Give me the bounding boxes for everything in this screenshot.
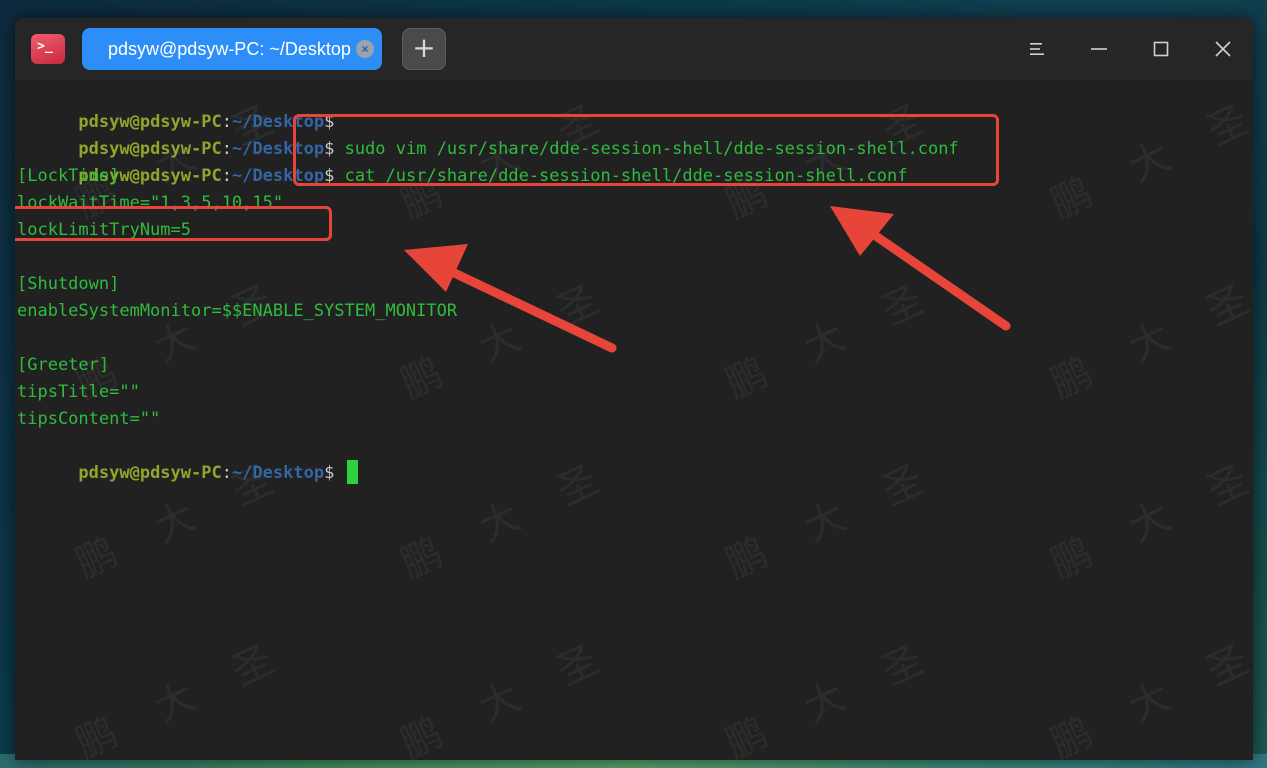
maximize-icon[interactable]	[1146, 34, 1176, 64]
watermark: 鹏大圣	[719, 257, 973, 408]
output-line: tipsTitle=""	[17, 382, 140, 402]
watermark: 鹏大圣	[1044, 257, 1253, 408]
hamburger-menu-icon[interactable]	[1022, 34, 1052, 64]
prompt-path: ~/Desktop	[231, 463, 325, 483]
output-line: enableSystemMonitor=$$ENABLE_SYSTEM_MONI…	[17, 301, 458, 321]
output-line: [Shutdown]	[17, 274, 120, 294]
minimize-icon[interactable]	[1084, 34, 1114, 64]
close-icon[interactable]	[1208, 34, 1238, 64]
title-bar: >_ pdsyw@pdsyw-PC: ~/Desktop × +	[15, 18, 1253, 80]
prompt-colon: :	[221, 463, 232, 483]
terminal-cursor	[346, 460, 358, 484]
watermark: 鹏大圣	[1044, 617, 1253, 760]
prompt-dollar: $	[324, 463, 335, 483]
terminal-icon[interactable]: >_	[31, 34, 65, 64]
highlight-commands-box	[293, 114, 999, 186]
terminal-window: >_ pdsyw@pdsyw-PC: ~/Desktop × + 鹏大圣 鹏大圣…	[15, 18, 1253, 760]
prompt-colon: :	[221, 166, 232, 186]
watermark: 鹏大圣	[394, 617, 648, 760]
watermark: 鹏大圣	[1044, 77, 1253, 228]
watermark: 鹏大圣	[1044, 437, 1253, 588]
terminal-content[interactable]: 鹏大圣 鹏大圣 鹏大圣 鹏大圣 鹏大圣 鹏大圣 鹏大圣 鹏大圣 鹏大圣 鹏大圣 …	[15, 77, 1253, 760]
highlight-lockwaittime-box	[15, 206, 332, 241]
watermark: 鹏大圣	[719, 617, 973, 760]
terminal-line: pdsyw@pdsyw-PC:~/Desktop$	[17, 433, 358, 484]
output-line: tipsContent=""	[17, 409, 161, 429]
output-line: [Greeter]	[17, 355, 110, 375]
terminal-line: pdsyw@pdsyw-PC:~/Desktop$	[17, 82, 334, 132]
output-line: [LockTime]	[17, 166, 120, 186]
tab-terminal[interactable]: pdsyw@pdsyw-PC: ~/Desktop ×	[82, 28, 382, 70]
watermark: 鹏大圣	[394, 257, 648, 408]
tab-close-icon[interactable]: ×	[356, 40, 374, 58]
watermark: 鹏大圣	[69, 617, 323, 760]
new-tab-button[interactable]: +	[402, 28, 446, 70]
prompt-user: pdsyw@pdsyw-PC	[78, 463, 222, 483]
watermark: 鹏大圣	[719, 437, 973, 588]
tab-title: pdsyw@pdsyw-PC: ~/Desktop	[108, 39, 351, 59]
watermark: 鹏大圣	[394, 437, 648, 588]
